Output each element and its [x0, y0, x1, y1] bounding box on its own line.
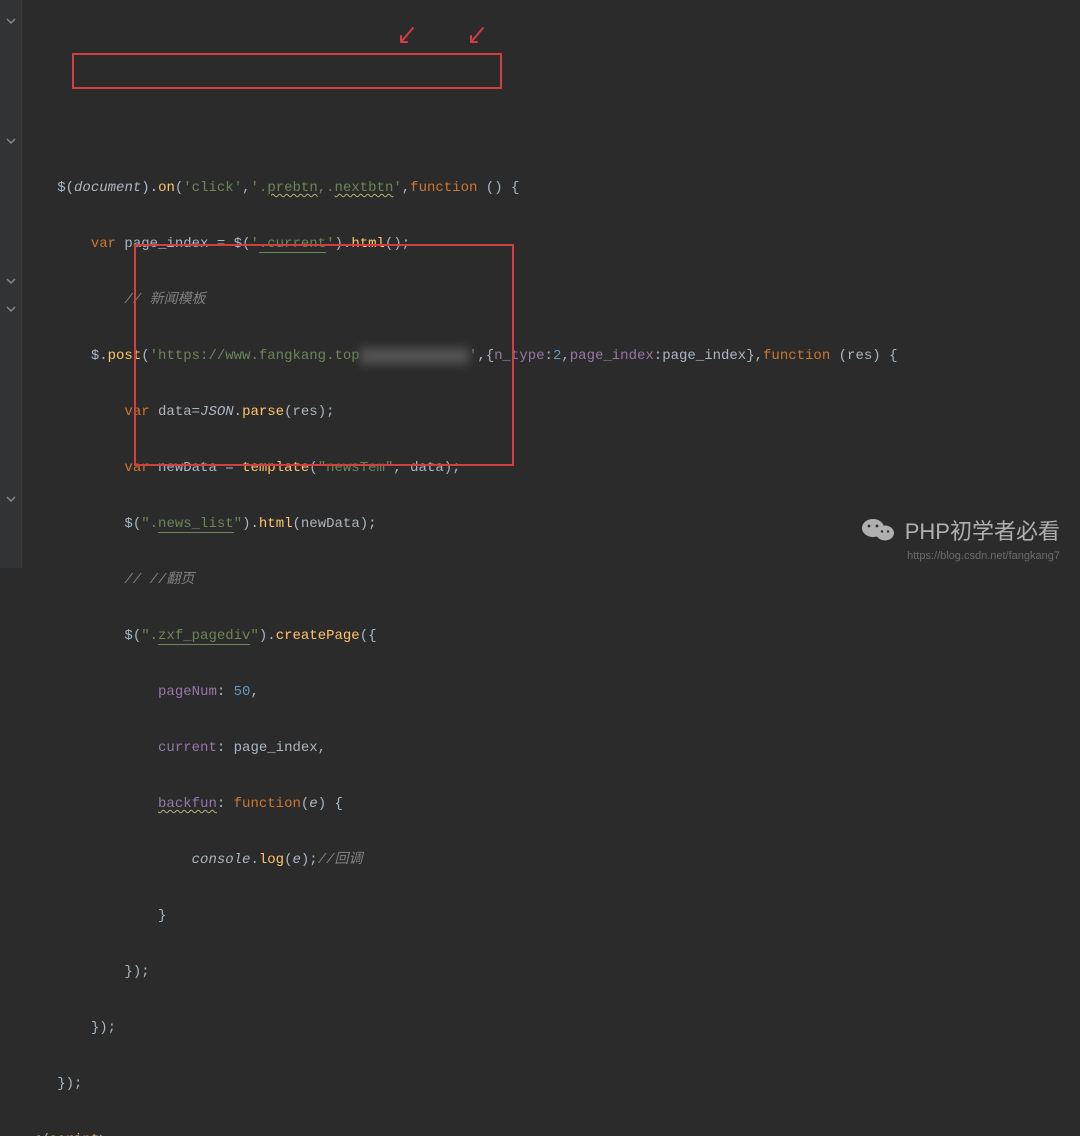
code-editor[interactable]: $(document).on('click','.prebtn,.nextbtn… [0, 0, 1080, 568]
code-line: $(".news_list").html(newData); [32, 510, 1080, 538]
code-line: // //翻页 [32, 566, 1080, 594]
arrow-annotation-icon [415, 0, 487, 87]
fold-marker-icon[interactable] [6, 304, 16, 314]
code-line: var data=JSON.parse(res); [32, 398, 1080, 426]
code-line: $(".zxf_pagediv").createPage({ [32, 622, 1080, 650]
code-line: // 新闻模板 [32, 286, 1080, 314]
code-line: }); [32, 958, 1080, 986]
highlight-box-1 [72, 53, 502, 89]
code-line: current: page_index, [32, 734, 1080, 762]
fold-marker-icon[interactable] [6, 494, 16, 504]
arrow-annotation-icon [345, 0, 417, 87]
code-line: var newData = template("newsTem", data); [32, 454, 1080, 482]
fold-marker-icon[interactable] [6, 276, 16, 286]
code-line: var page_index = $('.current').html(); [32, 230, 1080, 258]
gutter [0, 0, 22, 568]
code-line: } [32, 902, 1080, 930]
code-line: $(document).on('click','.prebtn,.nextbtn… [32, 174, 1080, 202]
code-line: }); [32, 1014, 1080, 1042]
code-line: }); [32, 1070, 1080, 1098]
code-line: backfun: function(e) { [32, 790, 1080, 818]
code-content[interactable]: $(document).on('click','.prebtn,.nextbtn… [22, 0, 1080, 568]
code-line: $.post('https://www.fangkang.topxxxxxxxx… [32, 342, 1080, 370]
fold-marker-icon[interactable] [6, 16, 16, 26]
code-line: </script> [32, 1126, 1080, 1136]
code-line: console.log(e);//回调 [32, 846, 1080, 874]
code-line: pageNum: 50, [32, 678, 1080, 706]
fold-marker-icon[interactable] [6, 136, 16, 146]
